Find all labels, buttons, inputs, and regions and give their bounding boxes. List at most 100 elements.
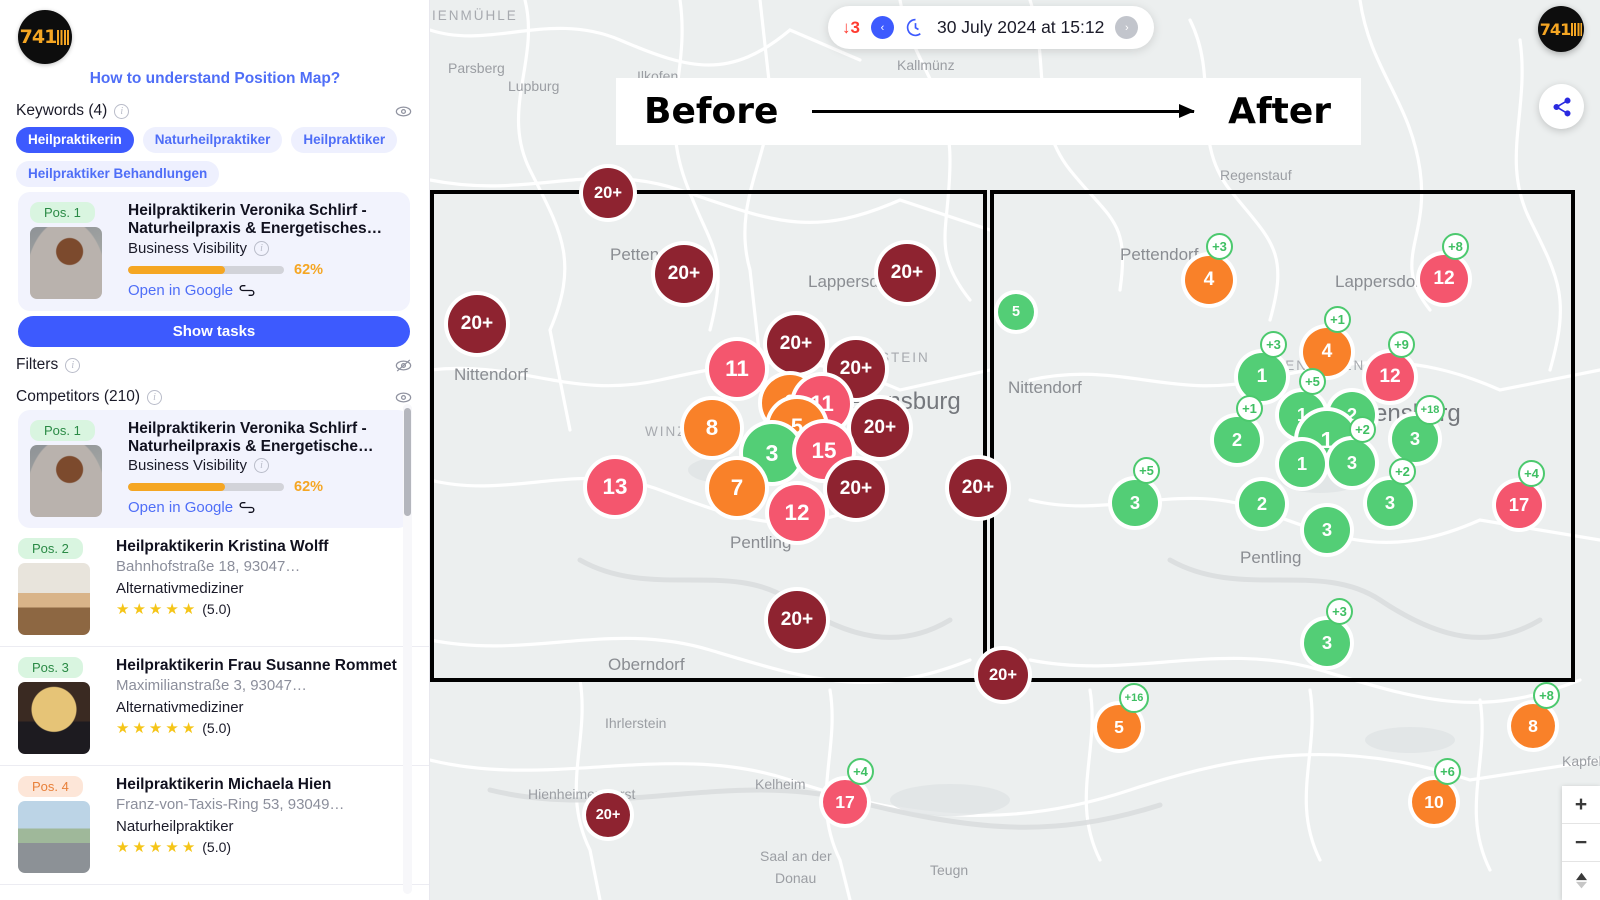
competitor-category: Naturheilpraktiker	[116, 817, 234, 835]
open-in-google-link[interactable]: Open in Google	[128, 282, 398, 299]
next-date-button[interactable]: ›	[1115, 16, 1139, 39]
star-icon: ★	[148, 719, 163, 737]
map-rank-delta-badge: +8	[1533, 682, 1560, 709]
zoom-in-button[interactable]: +	[1562, 786, 1600, 824]
info-icon[interactable]: i	[114, 103, 130, 119]
map-rank-delta-badge: +5	[1133, 457, 1160, 484]
brand-badge-map[interactable]: 741	[1538, 6, 1584, 52]
map-rank-marker[interactable]: 1	[1238, 353, 1286, 401]
map-place-label: Oberndorf	[608, 655, 685, 674]
map-rank-delta-badge: +16	[1119, 683, 1149, 713]
how-to-understand-link[interactable]: How to understand Position Map?	[0, 70, 429, 88]
keyword-pill-1[interactable]: Naturheilpraktiker	[142, 127, 283, 153]
map-rank-marker[interactable]: 2	[1239, 481, 1285, 527]
map-rank-marker[interactable]: 7	[709, 460, 765, 516]
map-rank-marker[interactable]: 20+	[767, 315, 825, 373]
map-rank-marker[interactable]: 8	[1511, 704, 1555, 748]
zoom-out-button[interactable]: −	[1562, 824, 1600, 862]
eye-off-icon-filters[interactable]	[394, 356, 413, 375]
map-rank-marker[interactable]: 20+	[949, 459, 1007, 517]
map-rank-marker[interactable]: 20+	[448, 295, 506, 353]
info-icon-competitors[interactable]: i	[147, 389, 163, 405]
show-tasks-button[interactable]: Show tasks	[18, 316, 410, 347]
open-in-google-label: Open in Google	[128, 499, 234, 516]
map-rank-marker[interactable]: 1	[1279, 441, 1325, 487]
competitor-list[interactable]: Pos. 1 Heilpraktikerin Veronika Schlirf -…	[0, 410, 429, 900]
info-icon-filters[interactable]: i	[65, 357, 81, 373]
business-name: Heilpraktikerin Veronika Schlirf - Natur…	[128, 202, 383, 237]
eye-icon-keywords[interactable]	[394, 102, 413, 121]
clock-history-icon[interactable]	[905, 17, 926, 38]
keywords-header: Keywords (4) i	[0, 100, 429, 122]
share-icon	[1552, 97, 1571, 116]
sidebar-scrollbar-track[interactable]	[403, 404, 412, 894]
map-place-label: Saal an der	[760, 848, 832, 864]
map-rank-marker[interactable]: 20+	[878, 244, 936, 302]
competitor-row[interactable]: Pos. 4 Heilpraktikerin Michaela Hien Franz…	[0, 766, 429, 885]
star-icon: ★	[181, 838, 196, 856]
map-rank-marker[interactable]: 13	[587, 459, 643, 515]
map-rank-marker[interactable]: 3	[1304, 620, 1350, 666]
competitor-row[interactable]: Pos. 1 Heilpraktikerin Veronika Schlirf -…	[18, 410, 410, 528]
competitor-position-chip: Pos. 1	[30, 420, 95, 441]
share-button[interactable]	[1539, 84, 1584, 129]
progress-fill	[128, 266, 225, 274]
map-rank-delta-badge: +2	[1389, 458, 1416, 485]
map-canvas[interactable]: IENMÜHLE Parsberg Lupburg Ilkofen Kallmünz Re…	[430, 0, 1600, 900]
map-rank-marker[interactable]: 20+	[655, 245, 713, 303]
map-rank-marker[interactable]: 3	[1367, 480, 1413, 526]
map-rank-marker[interactable]: 12	[769, 485, 825, 541]
map-rank-marker[interactable]: 20+	[851, 399, 909, 457]
map-rank-marker[interactable]: 2	[1214, 417, 1260, 463]
map-rank-marker[interactable]: 11	[709, 341, 765, 397]
map-tilt-button[interactable]	[1562, 862, 1600, 900]
business-summary-card[interactable]: Pos. 1 Heilpraktikerin Veronika Schlirf …	[18, 192, 410, 311]
map-rank-marker[interactable]: 20+	[583, 168, 633, 218]
sidebar: 741 How to understand Position Map? Keyw…	[0, 0, 430, 900]
map-rank-marker[interactable]: 20+	[978, 650, 1028, 700]
sidebar-scrollbar-thumb[interactable]	[404, 408, 411, 516]
map-zoom-controls[interactable]: + −	[1562, 786, 1600, 900]
competitor-card-right: Heilpraktikerin Veronika Schlirf - Natur…	[128, 420, 396, 517]
map-rank-marker[interactable]: 4	[1185, 256, 1233, 304]
brand-logo-icon[interactable]: 741	[18, 10, 72, 64]
previous-date-button[interactable]: ‹	[870, 16, 894, 39]
map-place-label: Lupburg	[508, 78, 560, 94]
info-icon-visibility[interactable]: i	[253, 241, 269, 256]
map-rank-marker[interactable]: 12	[1366, 353, 1414, 401]
competitor-position-chip: Pos. 3	[18, 657, 83, 678]
visibility-percent: 62%	[294, 262, 324, 278]
map-rank-marker[interactable]: 3	[1112, 480, 1158, 526]
star-icon: ★	[165, 719, 179, 737]
map-rank-marker[interactable]: 8	[684, 400, 740, 456]
map-rank-marker[interactable]: 20+	[586, 793, 630, 837]
map-rank-marker[interactable]: 3	[1329, 440, 1375, 486]
competitor-row[interactable]: Pos. 2 Heilpraktikerin Kristina Wolff Bahn…	[0, 528, 429, 647]
map-rank-marker[interactable]: 10	[1412, 780, 1456, 824]
map-rank-delta-badge: +4	[847, 758, 874, 785]
map-rank-marker[interactable]: 17	[1496, 482, 1542, 528]
star-icon: ★	[181, 719, 196, 737]
map-rank-marker[interactable]: 17	[823, 780, 867, 824]
map-rank-marker[interactable]: 20+	[827, 460, 885, 518]
keyword-pill-3[interactable]: Heilpraktiker Behandlungen	[16, 161, 220, 187]
brand-badge-text: 741	[1539, 19, 1571, 39]
competitor-row[interactable]: Pos. 3 Heilpraktikerin Frau Susanne Romme…	[0, 647, 429, 766]
brand-badge-bars-icon	[1571, 22, 1583, 36]
map-rank-marker[interactable]: 5	[998, 294, 1034, 330]
map-rank-delta-badge: +2	[1349, 416, 1376, 443]
link-icon	[239, 502, 255, 513]
map-rank-marker[interactable]: 12	[1420, 255, 1468, 303]
map-rank-marker[interactable]: 20+	[768, 591, 826, 649]
competitor-visibility-row: Business Visibility i	[128, 457, 396, 474]
keyword-pill-0[interactable]: Heilpraktikerin	[16, 127, 134, 153]
date-navigation-bar[interactable]: ↓3 ‹ 30 July 2024 at 15:12 ›	[828, 6, 1155, 49]
open-in-google-link[interactable]: Open in Google	[128, 499, 396, 516]
star-icon: ★	[148, 838, 163, 856]
eye-icon-competitors[interactable]	[394, 388, 413, 407]
star-icon: ★	[132, 838, 146, 856]
map-rank-marker[interactable]: 3	[1304, 507, 1350, 553]
info-icon[interactable]: i	[253, 458, 269, 473]
competitor-visibility-progress: 62%	[128, 479, 396, 495]
keyword-pill-2[interactable]: Heilpraktiker	[291, 127, 398, 153]
